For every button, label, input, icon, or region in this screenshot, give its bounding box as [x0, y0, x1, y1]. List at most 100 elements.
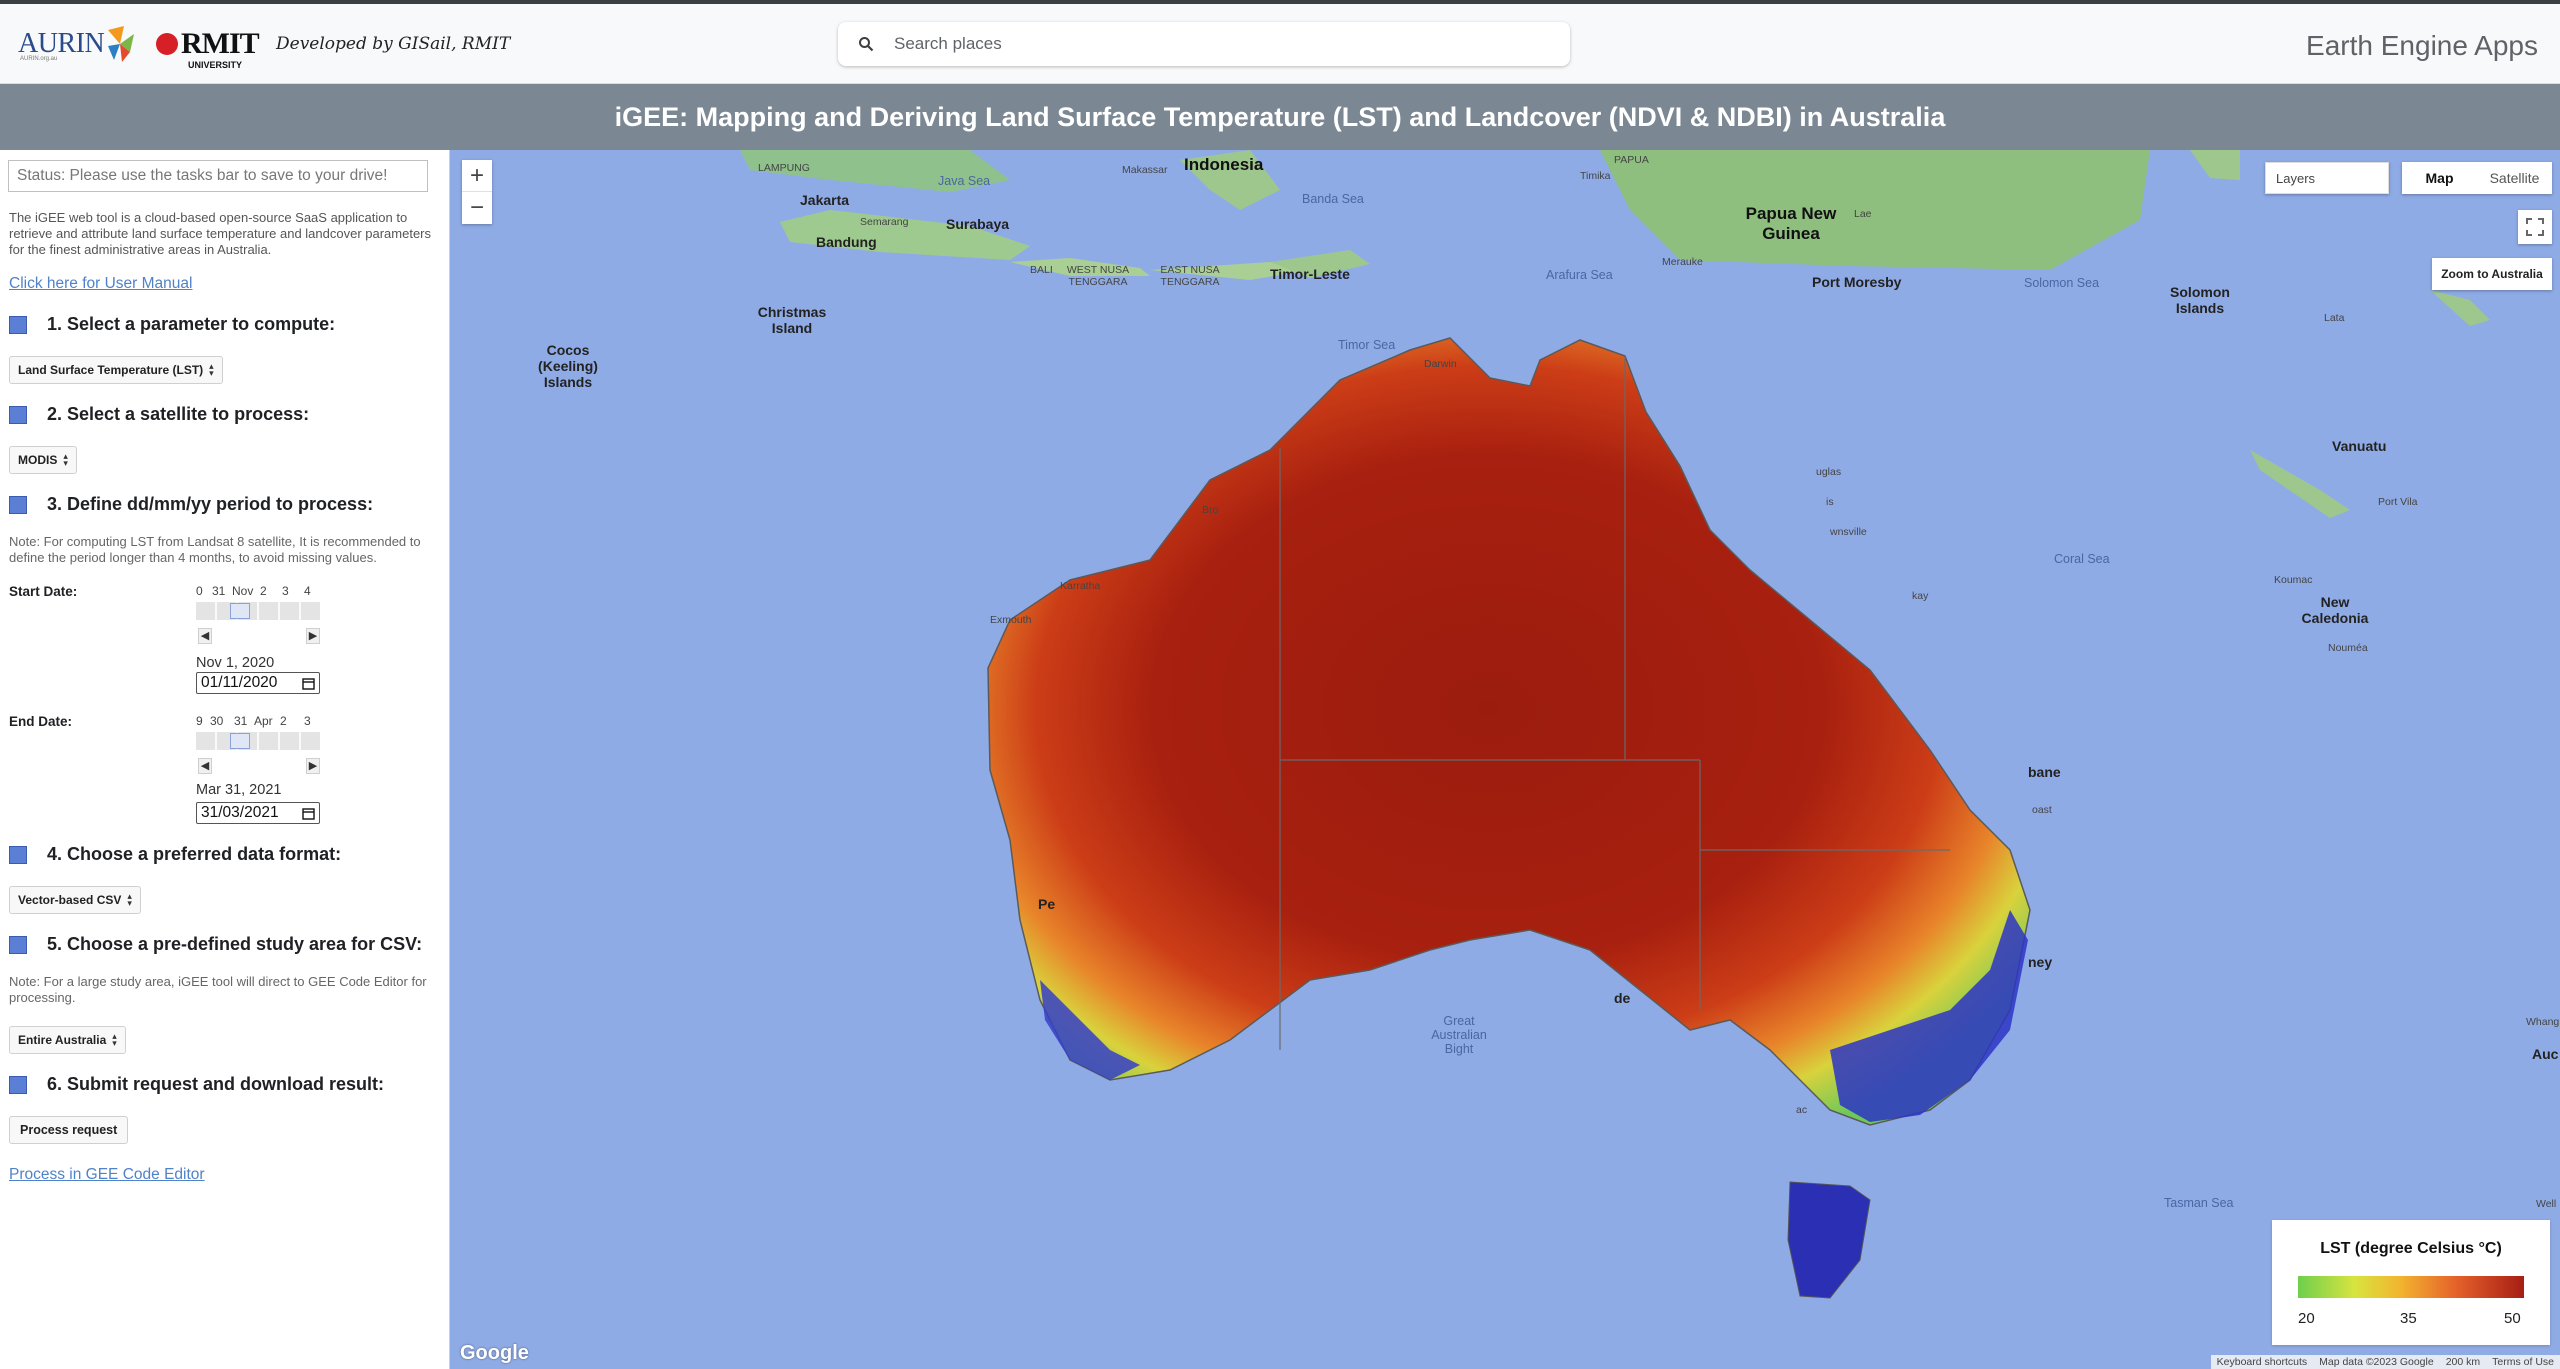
- map-label-merauke: Merauke: [1662, 256, 1703, 268]
- map-label-perth: Pe: [1038, 896, 1056, 912]
- process-request-button[interactable]: Process request: [9, 1116, 129, 1144]
- step-6-label: 6. Submit request and download result:: [47, 1074, 385, 1094]
- map-label-west-nusa-tenggara: WEST NUSA TENGGARA: [1066, 264, 1130, 288]
- map-label-karratha: Karratha: [1060, 580, 1101, 592]
- map-label-arafura-sea: Arafura Sea: [1546, 268, 1613, 282]
- legend-max: 50: [2504, 1310, 2521, 1327]
- map-type-map[interactable]: Map: [2402, 162, 2477, 194]
- step-3-checkbox[interactable]: [9, 495, 27, 514]
- format-select[interactable]: Vector-based CSV ▴ ▾: [9, 886, 141, 914]
- search-input[interactable]: [894, 34, 1494, 54]
- map-data-text: Map data ©2023 Google: [2319, 1356, 2434, 1368]
- start-prev-icon[interactable]: ◀: [198, 628, 212, 644]
- step-1: 1. Select a parameter to compute:: [9, 314, 335, 335]
- map-label-auc: Auc: [2532, 1046, 2559, 1062]
- end-tick: 31: [234, 714, 248, 728]
- map-label-bali: BALI: [1030, 264, 1053, 276]
- area-select[interactable]: Entire Australia ▴ ▾: [9, 1026, 126, 1054]
- end-date-input[interactable]: 31/03/2021: [196, 802, 320, 824]
- rmit-logo-mark: [156, 33, 178, 55]
- end-date-arrows: ◀ ▶: [196, 758, 320, 774]
- map-label-banda-sea: Banda Sea: [1302, 192, 1364, 206]
- map-label-solomon-islands: Solomon Islands: [2170, 284, 2230, 316]
- step-5-label: 5. Choose a pre-defined study area for C…: [47, 934, 423, 954]
- map-label-bandung: Bandung: [816, 234, 877, 250]
- step-4-checkbox[interactable]: [9, 845, 27, 864]
- map-label-surabaya: Surabaya: [946, 216, 1010, 232]
- map-label-gold-coast: oast: [2032, 804, 2052, 816]
- map-label-sydney: ney: [2028, 954, 2053, 970]
- map-view[interactable]: Indonesia LAMPUNG Jakarta Bandung Semara…: [450, 150, 2560, 1369]
- intro-text: The iGEE web tool is a cloud-based open-…: [9, 210, 432, 257]
- terms-link[interactable]: Terms of Use: [2486, 1355, 2560, 1369]
- start-tick: 3: [282, 584, 289, 598]
- select-arrows-icon: ▴ ▾: [127, 891, 132, 908]
- start-next-icon[interactable]: ▶: [306, 628, 320, 644]
- fullscreen-button[interactable]: [2518, 210, 2552, 244]
- aurin-logo-mark: [108, 26, 135, 62]
- area-select-value: Entire Australia: [18, 1033, 107, 1047]
- map-label-lae: Lae: [1854, 208, 1872, 220]
- map-label-melbourne: ac: [1796, 1104, 1808, 1116]
- end-date-thumb[interactable]: [230, 733, 250, 749]
- step-2-checkbox[interactable]: [9, 405, 27, 424]
- map-label-cocos: Cocos (Keeling) Islands: [538, 342, 598, 390]
- app-name[interactable]: Earth Engine Apps: [2306, 30, 2538, 62]
- calendar-icon[interactable]: [302, 807, 315, 820]
- search-icon: [859, 37, 874, 52]
- end-prev-icon[interactable]: ◀: [198, 758, 212, 774]
- map-label-broome: Bro: [1202, 504, 1219, 516]
- map-label-timor-sea: Timor Sea: [1338, 338, 1396, 352]
- map-label-exmouth: Exmouth: [990, 614, 1032, 626]
- zoom-to-australia-button[interactable]: Zoom to Australia: [2432, 258, 2552, 290]
- select-arrows-icon: ▴ ▾: [112, 1031, 117, 1048]
- map-label-port-moresby: Port Moresby: [1812, 274, 1902, 290]
- end-tick: Apr: [254, 714, 273, 728]
- start-date-thumb[interactable]: [230, 603, 250, 619]
- map-type-satellite[interactable]: Satellite: [2477, 162, 2552, 194]
- end-date-track[interactable]: [196, 732, 320, 750]
- rmit-logo-text: RMIT: [181, 27, 260, 60]
- start-date-track[interactable]: [196, 602, 320, 620]
- search-box[interactable]: [838, 22, 1570, 66]
- step-6-checkbox[interactable]: [9, 1075, 27, 1094]
- step-3-label: 3. Define dd/mm/yy period to process:: [47, 494, 374, 514]
- map-label-solomon-sea: Solomon Sea: [2024, 276, 2100, 290]
- map-label-vanuatu: Vanuatu: [2332, 438, 2387, 454]
- parameter-select[interactable]: Land Surface Temperature (LST) ▴ ▾: [9, 356, 223, 384]
- start-date-slider[interactable]: 0 31 Nov 2 3 4 ◀ ▶: [196, 584, 320, 644]
- satellite-select-value: MODIS: [18, 453, 58, 467]
- step-1-checkbox[interactable]: [9, 315, 27, 334]
- gee-code-editor-link[interactable]: Process in GEE Code Editor: [9, 1166, 205, 1184]
- step-4: 4. Choose a preferred data format:: [9, 844, 341, 865]
- map-label-semarang: Semarang: [860, 216, 909, 228]
- satellite-select[interactable]: MODIS ▴ ▾: [9, 446, 77, 474]
- legend-color-bar: [2298, 1276, 2524, 1298]
- select-arrows-icon: ▴ ▾: [63, 451, 68, 468]
- zoom-in-button[interactable]: +: [462, 160, 492, 192]
- map-label-makassar: Makassar: [1122, 164, 1168, 176]
- layers-button[interactable]: Layers: [2265, 162, 2389, 194]
- rmit-logo: RMIT UNIVERSITY: [156, 18, 262, 70]
- map-label-koumac: Koumac: [2274, 574, 2313, 586]
- status-field[interactable]: Status: Please use the tasks bar to save…: [8, 160, 428, 192]
- start-tick: 31: [212, 584, 226, 598]
- map-label-timor-leste: Timor-Leste: [1270, 266, 1350, 282]
- user-manual-link[interactable]: Click here for User Manual: [9, 275, 192, 293]
- zoom-out-button[interactable]: −: [462, 192, 492, 224]
- start-date-ticks: 0 31 Nov 2 3 4: [196, 584, 320, 598]
- end-tick: 30: [210, 714, 224, 728]
- keyboard-shortcuts-link[interactable]: Keyboard shortcuts: [2211, 1355, 2313, 1369]
- control-panel: Status: Please use the tasks bar to save…: [0, 150, 450, 1369]
- legend-mid: 35: [2400, 1310, 2417, 1327]
- end-next-icon[interactable]: ▶: [306, 758, 320, 774]
- map-scale[interactable]: 200 km: [2440, 1355, 2486, 1369]
- start-date-arrows: ◀ ▶: [196, 628, 320, 644]
- step-1-label: 1. Select a parameter to compute:: [47, 314, 336, 334]
- map-type-control: Map Satellite: [2402, 162, 2552, 194]
- tasmania: [1787, 1181, 1871, 1299]
- start-date-input[interactable]: 01/11/2020: [196, 672, 320, 694]
- calendar-icon[interactable]: [302, 677, 315, 690]
- step-5-checkbox[interactable]: [9, 935, 27, 954]
- end-date-slider[interactable]: 9 30 31 Apr 2 3 ◀ ▶: [196, 714, 320, 774]
